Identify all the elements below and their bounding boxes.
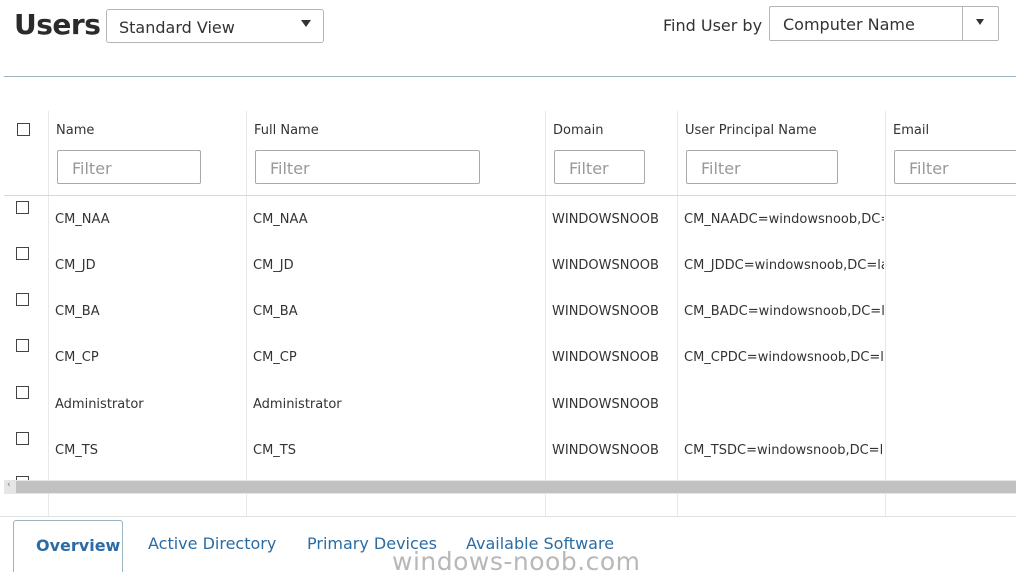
find-user-select[interactable]: Computer Name: [769, 6, 999, 41]
row-checkbox[interactable]: [16, 201, 29, 214]
domain-filter-input[interactable]: Filter: [554, 150, 645, 184]
header-divider: [4, 76, 1016, 77]
tab-active-directory[interactable]: Active Directory: [148, 534, 276, 553]
column-divider: [545, 111, 546, 516]
cell-domain: WINDOWSNOOB: [552, 212, 659, 227]
cell-full-name: Administrator: [253, 397, 342, 412]
cell-upn: CM_TSDC=windowsnoob,DC=lab,: [684, 443, 884, 458]
full-name-filter-input[interactable]: Filter: [255, 150, 480, 184]
cell-domain: WINDOWSNOOB: [552, 350, 659, 365]
cell-name: CM_NAA: [55, 212, 110, 227]
tab-label: Overview: [36, 536, 121, 555]
column-header-name[interactable]: Name: [56, 123, 94, 138]
find-user-dropdown-button[interactable]: [962, 7, 998, 40]
column-header-domain[interactable]: Domain: [553, 123, 603, 138]
cell-upn: CM_BADC=windowsnoob,DC=lab,: [684, 304, 884, 319]
column-header-full-name[interactable]: Full Name: [254, 123, 319, 138]
cell-domain: WINDOWSNOOB: [552, 397, 659, 412]
page-title: Users: [14, 8, 101, 41]
cell-full-name: CM_JD: [253, 258, 294, 273]
cell-upn: CM_CPDC=windowsnoob,DC=lab,: [684, 350, 884, 365]
email-filter-input[interactable]: Filter: [894, 150, 1016, 184]
header-bottom-border: [4, 195, 1016, 196]
select-all-checkbox[interactable]: [17, 123, 30, 136]
column-divider: [885, 111, 886, 516]
tab-overview[interactable]: Overview: [13, 520, 123, 572]
watermark: windows-noob.com: [392, 547, 641, 576]
column-divider: [48, 111, 49, 516]
tab-bar-divider: [0, 516, 1016, 517]
chevron-down-icon: [976, 19, 984, 25]
upn-filter-input[interactable]: Filter: [686, 150, 838, 184]
cell-domain: WINDOWSNOOB: [552, 258, 659, 273]
cell-name: CM_CP: [55, 350, 99, 365]
cell-domain: WINDOWSNOOB: [552, 304, 659, 319]
cell-name: CM_TS: [55, 443, 98, 458]
cell-full-name: CM_NAA: [253, 212, 308, 227]
cell-full-name: CM_TS: [253, 443, 296, 458]
column-divider: [246, 111, 247, 516]
row-checkbox[interactable]: [16, 247, 29, 260]
find-user-select-value: Computer Name: [783, 15, 915, 34]
view-select[interactable]: Standard View: [106, 9, 324, 43]
scroll-left-icon[interactable]: ‹: [7, 480, 11, 490]
view-select-value: Standard View: [119, 18, 235, 37]
row-checkbox[interactable]: [16, 339, 29, 352]
column-divider: [677, 111, 678, 516]
cell-name: Administrator: [55, 397, 144, 412]
cell-name: CM_JD: [55, 258, 96, 273]
column-header-email[interactable]: Email: [893, 123, 929, 138]
find-user-label: Find User by: [663, 16, 763, 35]
cell-full-name: CM_CP: [253, 350, 297, 365]
row-checkbox[interactable]: [16, 432, 29, 445]
scrollbar-thumb[interactable]: [16, 481, 1016, 493]
cell-name: CM_BA: [55, 304, 100, 319]
users-grid: Name Filter Full Name Filter Domain Filt…: [4, 111, 1016, 516]
chevron-down-icon: [301, 20, 311, 27]
name-filter-input[interactable]: Filter: [57, 150, 201, 184]
cell-full-name: CM_BA: [253, 304, 298, 319]
row-checkbox[interactable]: [16, 293, 29, 306]
cell-upn: CM_JDDC=windowsnoob,DC=lab,l: [684, 258, 884, 273]
row-checkbox[interactable]: [16, 386, 29, 399]
cell-domain: WINDOWSNOOB: [552, 443, 659, 458]
cell-upn: CM_NAADC=windowsnoob,DC=la: [684, 212, 884, 227]
column-header-upn[interactable]: User Principal Name: [685, 123, 817, 138]
